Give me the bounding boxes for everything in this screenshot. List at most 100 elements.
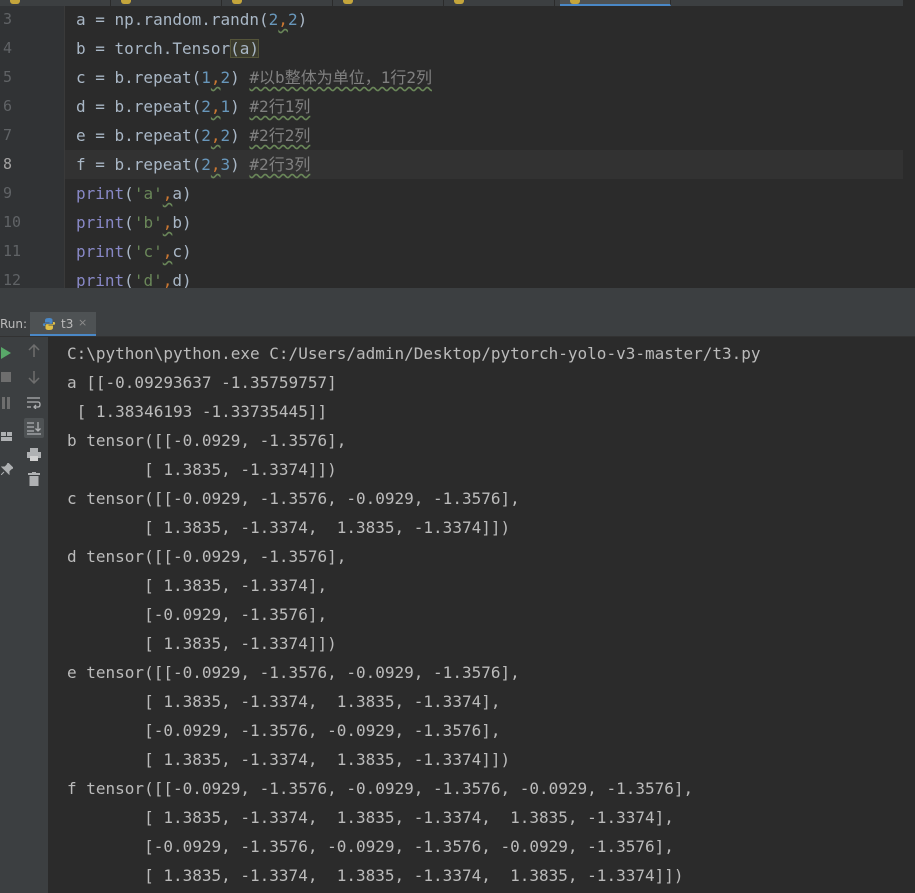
code-token: ) xyxy=(297,10,308,29)
code-line[interactable]: c = b.repeat(1,2) #以b整体为单位，1行2列 xyxy=(76,63,432,92)
python-file-icon xyxy=(343,0,353,4)
console-line: C:\python\python.exe C:/Users/admin/Desk… xyxy=(67,344,761,363)
editor-tab[interactable] xyxy=(222,0,333,6)
run-tab-label: t3 xyxy=(61,317,74,331)
console-line: [ 1.38346193 -1.33735445]] xyxy=(67,402,328,421)
trash-icon[interactable] xyxy=(24,469,44,489)
editor-tab-strip[interactable] xyxy=(0,0,915,6)
code-token: e = b.repeat( xyxy=(76,126,202,145)
run-label: Run: xyxy=(0,317,28,331)
code-token: (a) xyxy=(230,39,260,58)
code-token: ) xyxy=(230,155,250,174)
console-line: b tensor([[-0.0929, -1.3576], xyxy=(67,431,347,450)
down-arrow-icon[interactable] xyxy=(24,367,44,387)
code-token: 2 xyxy=(201,126,211,145)
console-line: [ 1.3835, -1.3374, 1.3835, -1.3374, 1.38… xyxy=(67,808,674,827)
scroll-to-end-icon[interactable] xyxy=(24,418,44,438)
code-token: f = b.repeat( xyxy=(76,155,202,174)
code-token: ( xyxy=(124,184,134,203)
print-icon[interactable] xyxy=(24,444,44,464)
code-line[interactable]: f = b.repeat(2,3) #2行3列 xyxy=(76,150,310,179)
editor-tab-active[interactable] xyxy=(560,0,671,6)
python-file-icon xyxy=(454,0,464,4)
code-token: d = b.repeat( xyxy=(76,97,202,116)
code-token: 2 xyxy=(287,10,298,29)
editor-tab[interactable] xyxy=(333,0,444,6)
code-token: b) xyxy=(172,213,192,232)
console-output[interactable]: C:\python\python.exe C:/Users/admin/Desk… xyxy=(48,337,915,893)
code-token: c = b.repeat( xyxy=(76,68,202,87)
code-token: #2行2列 xyxy=(249,126,311,145)
console-line: [-0.0929, -1.3576], xyxy=(67,605,328,624)
line-number-gutter: 3 4 5 6 7 8 9 10 11 12 xyxy=(0,0,65,288)
editor-scrollbar[interactable] xyxy=(903,0,915,288)
python-icon xyxy=(42,318,56,330)
pause-icon[interactable] xyxy=(0,393,12,413)
code-token: ) xyxy=(230,126,250,145)
code-line[interactable]: print('b',b) xyxy=(76,208,192,237)
python-file-icon xyxy=(232,0,242,4)
console-line: [-0.0929, -1.3576, -0.0929, -1.3576, -0.… xyxy=(67,837,674,856)
layout-icon[interactable] xyxy=(0,427,14,447)
code-line[interactable]: b = torch.Tensor(a) xyxy=(76,34,260,63)
python-file-icon xyxy=(570,0,580,4)
code-token: ) xyxy=(230,68,250,87)
line-number: 8 xyxy=(3,155,13,173)
code-token: 3 xyxy=(220,155,231,174)
close-icon[interactable]: × xyxy=(78,316,87,329)
code-line[interactable]: d = b.repeat(2,1) #2行1列 xyxy=(76,92,310,121)
run-actions-toolbar xyxy=(0,337,21,893)
editor-tab[interactable] xyxy=(0,0,111,6)
console-line: [ 1.3835, -1.3374, 1.3835, -1.3374]]) xyxy=(67,518,511,537)
line-number: 4 xyxy=(3,39,13,57)
code-token: 1 xyxy=(220,97,231,116)
console-toolbar xyxy=(20,337,48,893)
code-token: 2 xyxy=(201,155,211,174)
console-line: [ 1.3835, -1.3374, 1.3835, -1.3374]]) xyxy=(67,750,511,769)
code-token: , xyxy=(210,68,221,87)
code-line[interactable]: a = np.random.randn(2,2) xyxy=(76,5,307,34)
code-token: print xyxy=(76,271,125,288)
line-number: 11 xyxy=(3,242,22,260)
rerun-icon[interactable] xyxy=(0,343,12,363)
line-number: 7 xyxy=(3,126,13,144)
editor-tab[interactable] xyxy=(444,0,555,6)
code-token: d) xyxy=(172,271,192,288)
run-tool-window-header: Run: t3 × xyxy=(0,312,915,337)
console-line: [ 1.3835, -1.3374], xyxy=(67,576,328,595)
code-token: 2 xyxy=(220,126,231,145)
stop-icon[interactable] xyxy=(0,367,12,387)
code-token: , xyxy=(162,213,173,232)
pin-icon[interactable] xyxy=(0,459,14,479)
code-token: ) xyxy=(230,97,250,116)
code-token: 2 xyxy=(201,97,211,116)
code-token: ( xyxy=(124,213,134,232)
editor-tab[interactable] xyxy=(111,0,222,6)
code-editor[interactable]: 3 4 5 6 7 8 9 10 11 12 a = np.random.randn(2,2) b … xyxy=(0,0,915,288)
code-token: 'b' xyxy=(133,213,163,232)
code-token: c) xyxy=(172,242,192,261)
code-token: , xyxy=(210,97,221,116)
soft-wrap-icon[interactable] xyxy=(24,393,44,413)
code-token: , xyxy=(162,271,173,288)
console-line: c tensor([[-0.0929, -1.3576, -0.0929, -1… xyxy=(67,489,520,508)
console-line: [ 1.3835, -1.3374, 1.3835, -1.3374], xyxy=(67,692,501,711)
code-line[interactable]: e = b.repeat(2,2) #2行2列 xyxy=(76,121,310,150)
code-token: ( xyxy=(124,242,134,261)
console-line: [-0.0929, -1.3576, -0.0929, -1.3576], xyxy=(67,721,501,740)
code-token: 'c' xyxy=(133,242,163,261)
up-arrow-icon[interactable] xyxy=(24,341,44,361)
console-line: a [[-0.09293637 -1.35759757] xyxy=(67,373,337,392)
code-token: ( xyxy=(124,271,134,288)
panel-splitter[interactable] xyxy=(0,288,915,312)
line-number: 10 xyxy=(3,213,22,231)
code-line[interactable]: print('c',c) xyxy=(76,237,192,266)
code-line[interactable]: print('d',d) xyxy=(76,266,192,288)
console-line: [ 1.3835, -1.3374, 1.3835, -1.3374, 1.38… xyxy=(67,866,684,885)
line-number: 3 xyxy=(3,10,13,28)
code-token: , xyxy=(210,126,221,145)
code-token: , xyxy=(278,10,288,29)
run-config-tab[interactable]: t3 × xyxy=(30,312,96,336)
code-line[interactable]: print('a',a) xyxy=(76,179,192,208)
console-line: [ 1.3835, -1.3374]]) xyxy=(67,460,337,479)
